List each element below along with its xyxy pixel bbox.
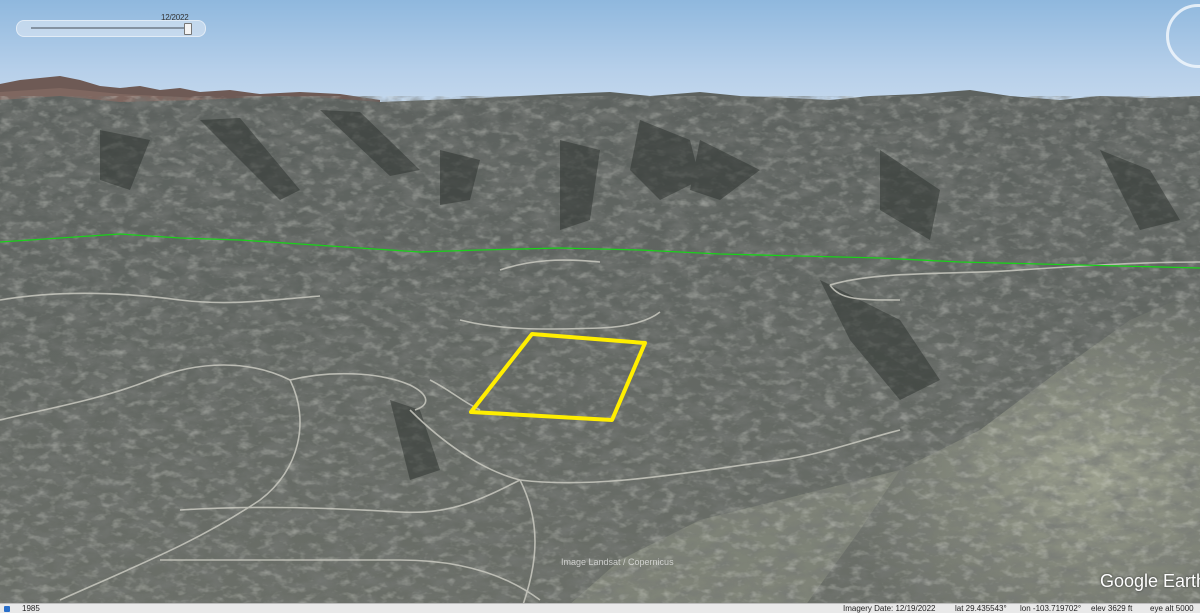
latitude-readout: lat 29.435543° xyxy=(955,604,1007,613)
imagery-copyright: Image Landsat / Copernicus xyxy=(561,557,674,567)
tour-guide-icon[interactable] xyxy=(4,606,10,612)
map-viewport[interactable]: 12/2022 Image Landsat / Copernicus Googl… xyxy=(0,0,1200,613)
terrain-view[interactable] xyxy=(0,0,1200,613)
status-bar: 1985 Imagery Date: 12/19/2022 lat 29.435… xyxy=(0,603,1200,613)
longitude-readout: lon -103.719702° xyxy=(1020,604,1082,613)
imagery-date: Imagery Date: 12/19/2022 xyxy=(843,604,936,613)
eye-altitude-readout: eye alt 5000 xyxy=(1150,604,1194,613)
elevation-readout: elev 3629 ft xyxy=(1091,604,1133,613)
status-year: 1985 xyxy=(22,604,40,613)
time-slider-date: 12/2022 xyxy=(161,13,189,22)
slider-thumb-icon[interactable] xyxy=(184,23,192,35)
time-slider-track[interactable] xyxy=(31,27,191,29)
google-earth-logo: Google Earth xyxy=(1100,571,1200,591)
time-slider[interactable] xyxy=(16,20,206,37)
